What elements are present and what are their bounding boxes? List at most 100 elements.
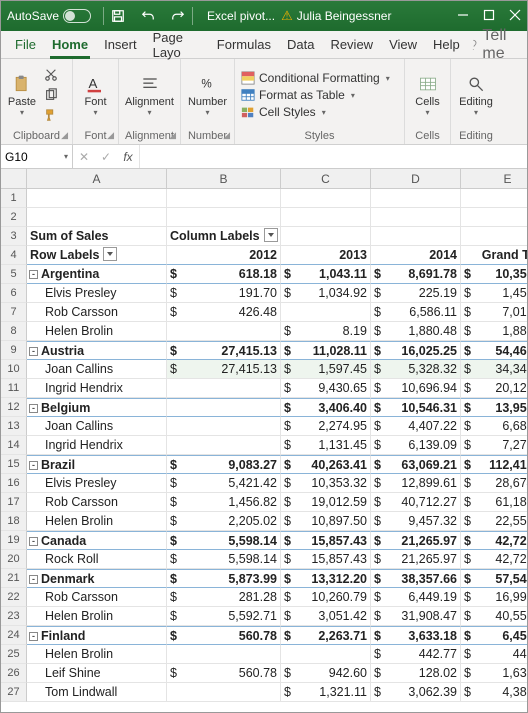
cell[interactable] [461, 227, 527, 246]
row-header[interactable]: 14 [1, 436, 27, 455]
paste-button[interactable]: Paste ▾ [5, 64, 39, 126]
col-header-A[interactable]: A [27, 169, 167, 189]
cell[interactable]: Ingrid Hendrix [27, 379, 167, 398]
cell[interactable]: 16,991.25 [461, 588, 527, 607]
cell[interactable]: 5,421.42 [167, 474, 281, 493]
row-header[interactable]: 3 [1, 227, 27, 246]
tab-insert[interactable]: Insert [96, 31, 145, 59]
cell[interactable] [27, 189, 167, 208]
cell[interactable]: 128.02 [371, 664, 461, 683]
select-all-corner[interactable] [1, 169, 27, 189]
cell[interactable] [281, 208, 371, 227]
chevron-down-icon[interactable]: ▾ [64, 152, 68, 161]
cell[interactable]: 1,043.11 [281, 265, 371, 284]
cell[interactable]: 3,406.40 [281, 398, 371, 417]
format-as-table-button[interactable]: Format as Table▾ [239, 87, 392, 103]
spreadsheet-grid[interactable]: ABCDE 1234567891011121314151617181920212… [1, 169, 527, 712]
row-header[interactable]: 22 [1, 588, 27, 607]
cell[interactable]: Sum of Sales [27, 227, 167, 246]
row-header[interactable]: 9 [1, 341, 27, 360]
cell[interactable]: 34,340.90 [461, 360, 527, 379]
tab-formulas[interactable]: Formulas [209, 31, 279, 59]
row-header[interactable]: 27 [1, 683, 27, 702]
row-header[interactable]: 21 [1, 569, 27, 588]
row-header[interactable]: 20 [1, 550, 27, 569]
row-header[interactable]: 15 [1, 455, 27, 474]
cell[interactable]: Joan Callins [27, 360, 167, 379]
row-header[interactable]: 10 [1, 360, 27, 379]
col-header-B[interactable]: B [167, 169, 281, 189]
cell[interactable]: 31,908.47 [371, 607, 461, 626]
collapse-icon[interactable]: - [29, 404, 38, 413]
cell[interactable] [167, 379, 281, 398]
cell[interactable]: 12,899.61 [371, 474, 461, 493]
cell[interactable]: 16,025.25 [371, 341, 461, 360]
cell[interactable]: 2014 [371, 246, 461, 265]
cell[interactable]: Tom Lindwall [27, 683, 167, 702]
row-header[interactable]: 4 [1, 246, 27, 265]
number-button[interactable]: % Number▾ [185, 64, 230, 126]
cell[interactable]: 7,270.54 [461, 436, 527, 455]
undo-icon[interactable] [138, 7, 158, 25]
cell[interactable]: 42,721.55 [461, 531, 527, 550]
cell[interactable] [281, 645, 371, 664]
cell[interactable]: 11,028.11 [281, 341, 371, 360]
cell[interactable]: 1,631.40 [461, 664, 527, 683]
tab-review[interactable]: Review [322, 31, 381, 59]
cell[interactable]: 61,181.68 [461, 493, 527, 512]
name-box-input[interactable] [5, 150, 53, 164]
cell[interactable]: 1,321.11 [281, 683, 371, 702]
cell[interactable]: -Brazil [27, 455, 167, 474]
row-header[interactable]: 25 [1, 645, 27, 664]
cell[interactable]: 27,415.13 [167, 360, 281, 379]
cell[interactable] [167, 645, 281, 664]
cell[interactable]: 38,357.66 [371, 569, 461, 588]
cell[interactable]: 2,274.95 [281, 417, 371, 436]
cell[interactable] [167, 683, 281, 702]
cell[interactable]: 27,415.13 [167, 341, 281, 360]
launcher-icon[interactable]: ◢ [223, 130, 230, 141]
redo-icon[interactable] [168, 7, 188, 25]
cell[interactable]: Elvis Presley [27, 474, 167, 493]
tab-help[interactable]: Help [425, 31, 468, 59]
save-icon[interactable] [108, 7, 128, 25]
cell[interactable]: 9,430.65 [281, 379, 371, 398]
row-header[interactable]: 24 [1, 626, 27, 645]
cell[interactable]: 40,552.60 [461, 607, 527, 626]
row-header[interactable]: 17 [1, 493, 27, 512]
cell[interactable]: 112,415.89 [461, 455, 527, 474]
cell[interactable]: 3,633.18 [371, 626, 461, 645]
cell[interactable]: Rob Carsson [27, 493, 167, 512]
cell[interactable]: 5,873.99 [167, 569, 281, 588]
cell[interactable]: 4,407.22 [371, 417, 461, 436]
cell[interactable]: 15,857.43 [281, 550, 371, 569]
cell[interactable]: 28,674.36 [461, 474, 527, 493]
launcher-icon[interactable]: ◢ [169, 130, 176, 141]
cell[interactable]: 19,012.59 [281, 493, 371, 512]
row-header[interactable]: 18 [1, 512, 27, 531]
cell[interactable]: 5,598.14 [167, 550, 281, 569]
row-header[interactable]: 5 [1, 265, 27, 284]
collapse-icon[interactable]: - [29, 537, 38, 546]
cell[interactable] [167, 322, 281, 341]
cell[interactable]: 1,888.67 [461, 322, 527, 341]
cell[interactable]: 6,457.66 [461, 626, 527, 645]
cell[interactable]: -Denmark [27, 569, 167, 588]
cell[interactable]: Elvis Presley [27, 284, 167, 303]
launcher-icon[interactable]: ◢ [61, 130, 68, 141]
cell[interactable]: 281.28 [167, 588, 281, 607]
enter-formula-icon[interactable]: ✓ [95, 150, 117, 164]
cell[interactable]: Helen Brolin [27, 512, 167, 531]
cell[interactable]: 6,139.09 [371, 436, 461, 455]
cell[interactable]: 21,265.97 [371, 550, 461, 569]
cell[interactable]: 10,353.07 [461, 265, 527, 284]
cell[interactable]: Column Labels [167, 227, 281, 246]
cell[interactable]: 8,691.78 [371, 265, 461, 284]
cell[interactable]: Helen Brolin [27, 607, 167, 626]
cell[interactable]: 63,069.21 [371, 455, 461, 474]
cell[interactable]: 20,127.59 [461, 379, 527, 398]
cell[interactable]: 1,597.45 [281, 360, 371, 379]
cell[interactable]: 10,696.94 [371, 379, 461, 398]
cell[interactable]: 3,051.42 [281, 607, 371, 626]
tab-home[interactable]: Home [44, 31, 96, 59]
